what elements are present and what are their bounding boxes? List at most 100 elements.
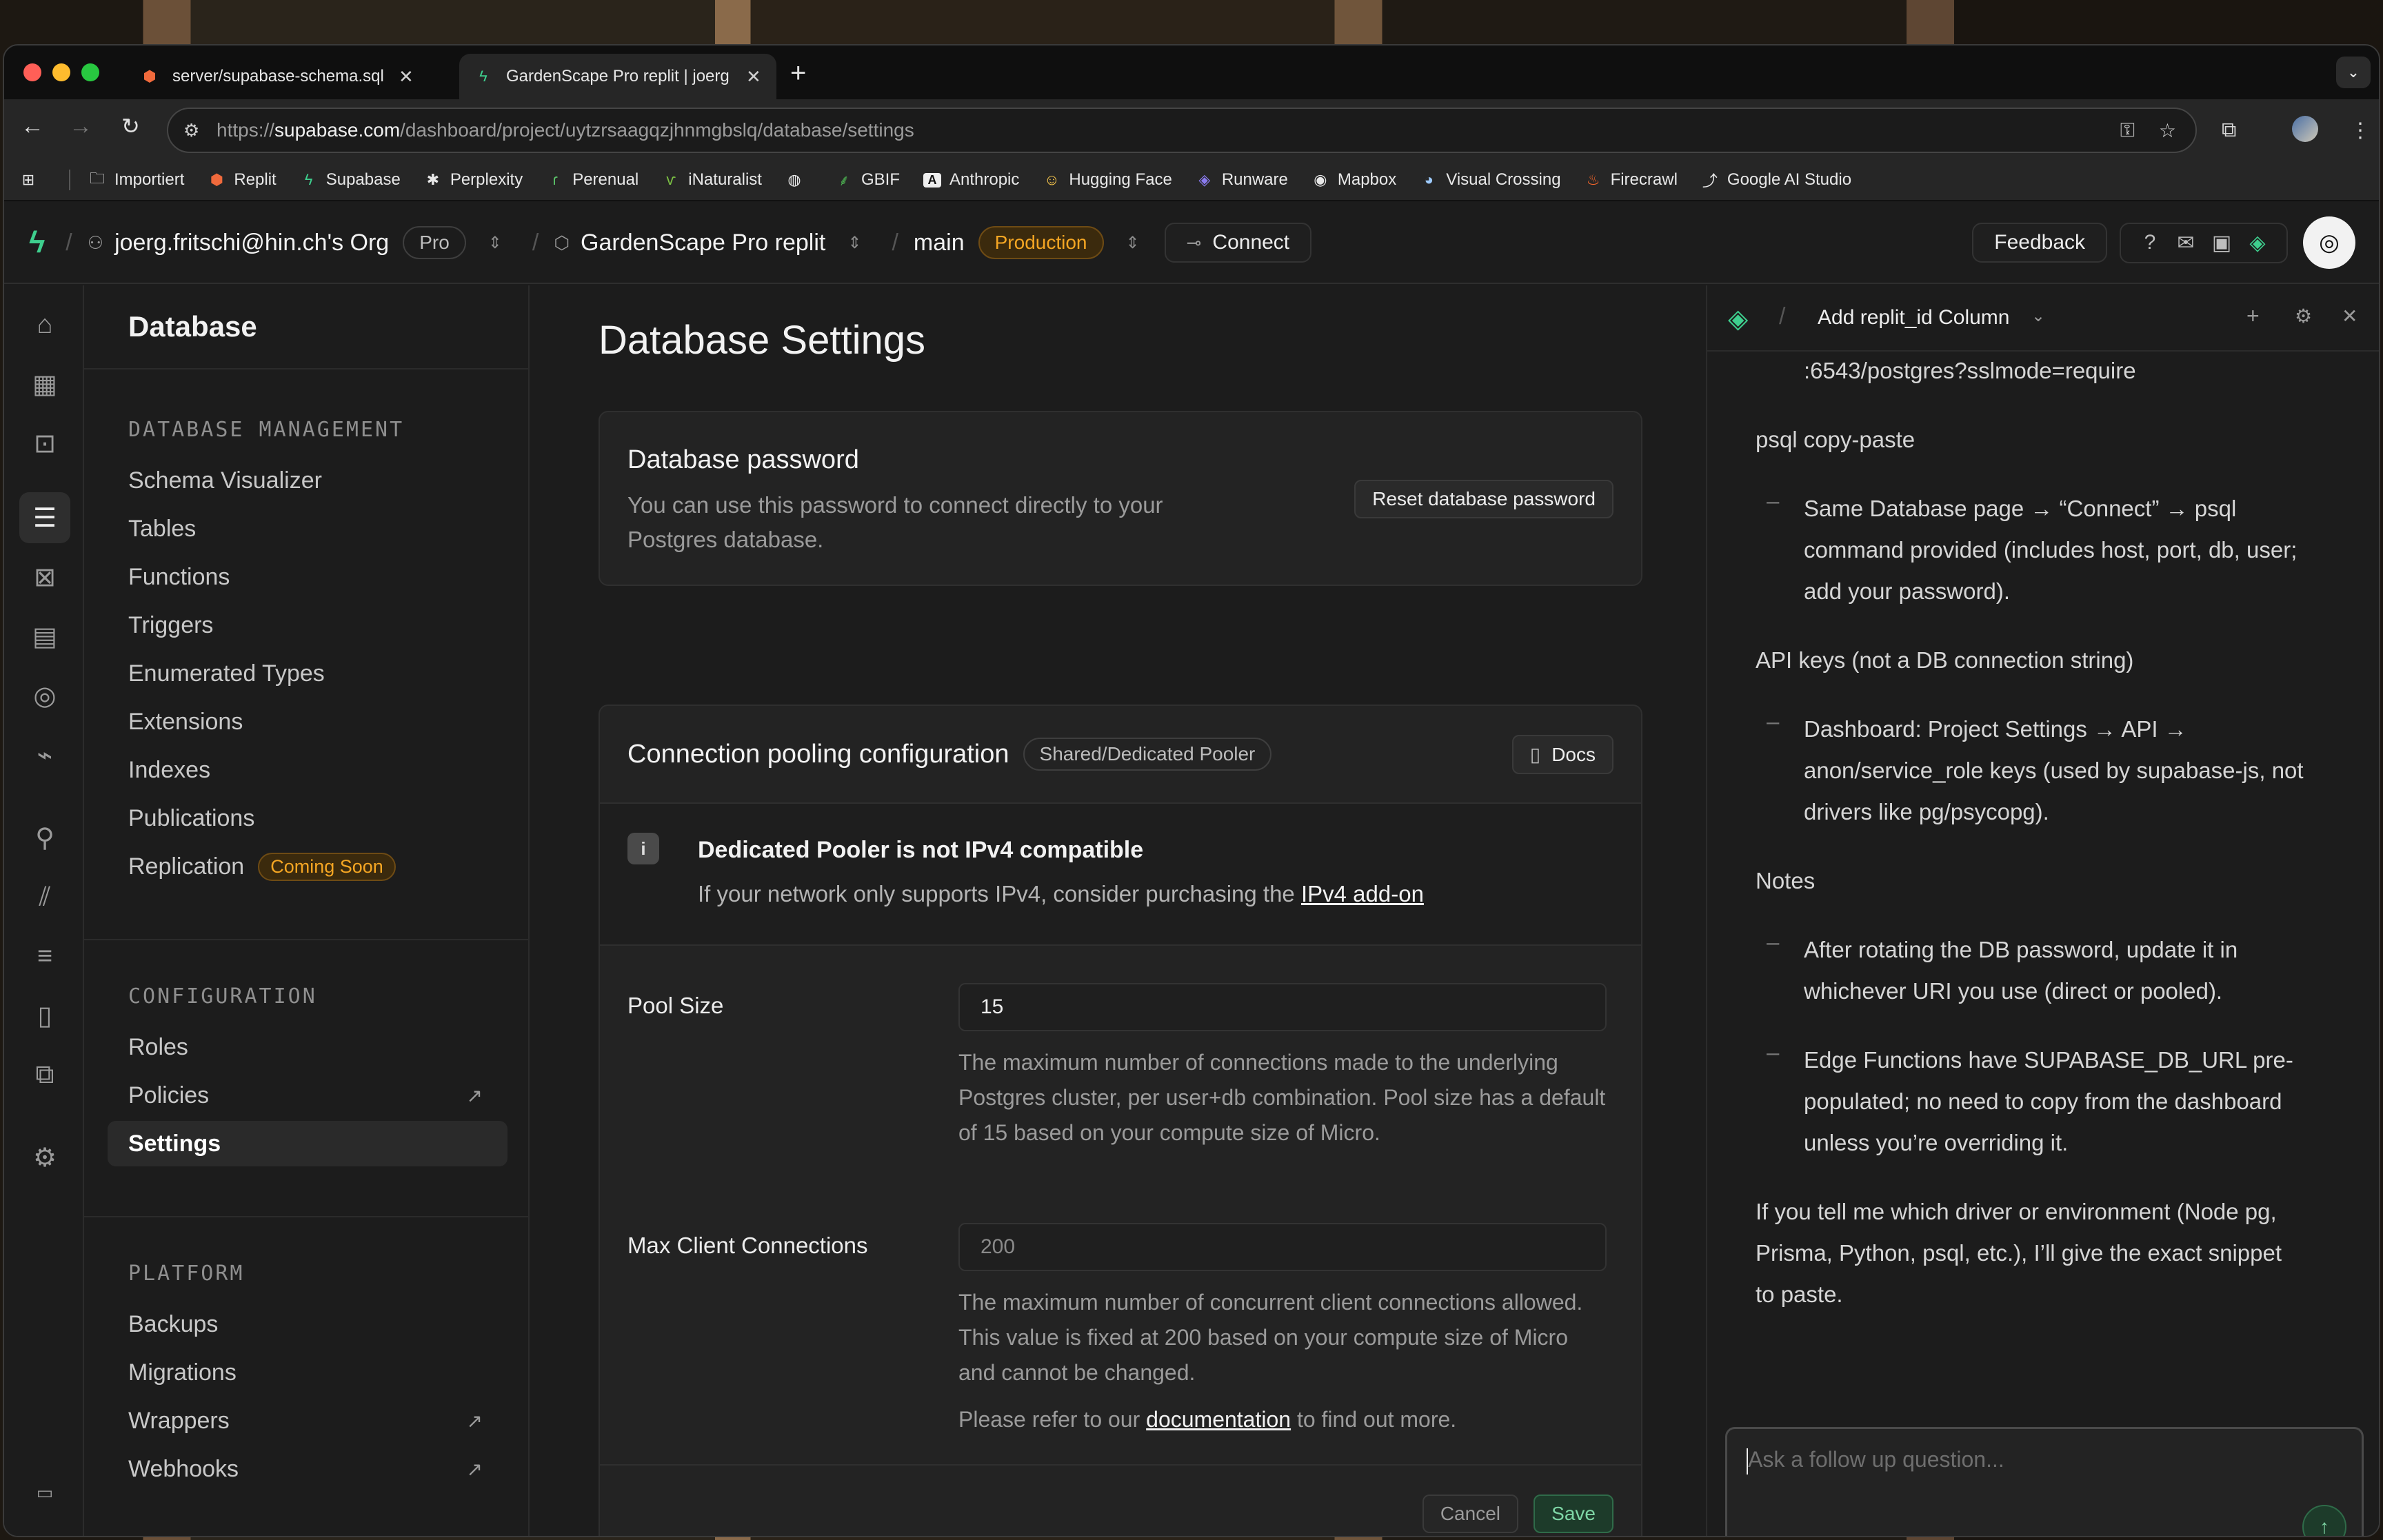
branch-switcher-icon[interactable]: ⇕: [1126, 233, 1140, 253]
new-tab-button[interactable]: +: [790, 58, 806, 89]
bookmark-replit[interactable]: ⬢ Replit: [208, 170, 276, 190]
menu-item-extensions[interactable]: Extensions: [108, 699, 507, 744]
storage-icon[interactable]: ▤: [19, 611, 70, 662]
branch-name[interactable]: main: [914, 230, 965, 256]
save-button[interactable]: Save: [1534, 1495, 1613, 1533]
reports-chart-icon[interactable]: ⫽: [19, 871, 70, 922]
bookmark-anthropic[interactable]: A Anthropic: [923, 170, 1019, 190]
user-avatar[interactable]: ◎: [2303, 216, 2355, 269]
ipv4-addon-link[interactable]: IPv4 add-on: [1301, 881, 1424, 906]
org-name[interactable]: joerg.fritschi@hin.ch's Org: [114, 230, 389, 256]
bookmark-importiert[interactable]: 🗀 Importiert: [88, 167, 184, 193]
bookmark-firecrawl[interactable]: ♨ Firecrawl: [1585, 170, 1678, 190]
menu-item-functions[interactable]: Functions: [108, 554, 507, 600]
menu-item-roles[interactable]: Roles: [108, 1024, 507, 1070]
chat-title[interactable]: Add replit_id Column: [1818, 306, 2009, 330]
reload-icon[interactable]: ↻: [121, 113, 140, 139]
menu-item-tables[interactable]: Tables: [108, 506, 507, 551]
edge-functions-icon[interactable]: ⌁: [19, 729, 70, 780]
forward-arrow-icon[interactable]: →: [69, 113, 92, 140]
close-window-button[interactable]: [23, 63, 41, 81]
home-icon[interactable]: ⌂: [19, 299, 70, 350]
apps-grid-icon[interactable]: ⊞: [19, 171, 46, 189]
feedback-button[interactable]: Feedback: [1972, 223, 2107, 263]
message-line: populated; no need to copy from the dash…: [1804, 1088, 2282, 1114]
close-tab-icon[interactable]: ✕: [399, 66, 414, 88]
tab-gardenscape[interactable]: ϟ GardenScape Pro replit | joerg ✕: [459, 54, 776, 99]
realtime-icon[interactable]: ◎: [19, 670, 70, 721]
database-icon[interactable]: ☰: [19, 492, 70, 543]
menu-item-backups[interactable]: Backups: [108, 1301, 507, 1347]
project-switcher-icon[interactable]: ⇕: [847, 233, 861, 253]
api-docs-icon[interactable]: ▯: [19, 990, 70, 1041]
back-arrow-icon[interactable]: ←: [21, 113, 44, 140]
bookmark-runware[interactable]: ◈ Runware: [1196, 170, 1288, 190]
card-description: You can use this password to connect dir…: [627, 492, 1163, 552]
pool-size-input[interactable]: 15: [958, 983, 1607, 1031]
documentation-link[interactable]: documentation: [1146, 1407, 1291, 1432]
browser-menu-icon[interactable]: ⋮: [2350, 119, 2371, 143]
menu-item-migrations[interactable]: Migrations: [108, 1350, 507, 1395]
supabase-logo-icon[interactable]: ϟ: [29, 225, 45, 260]
menu-item-settings[interactable]: Settings: [108, 1121, 507, 1166]
menu-item-schema-visualizer[interactable]: Schema Visualizer: [108, 458, 507, 503]
auth-lock-icon[interactable]: ⊠: [19, 551, 70, 602]
tab-strip: ⬢ server/supabase-schema.sql ✕ ϟ GardenS…: [4, 45, 2379, 99]
bookmark-perenual[interactable]: ɾ Perenual: [546, 170, 639, 190]
terminal-icon[interactable]: ▣: [2204, 231, 2240, 255]
inbox-icon[interactable]: ✉: [2168, 231, 2204, 255]
bookmark-gbif[interactable]: ⸙ GBIF: [835, 170, 900, 190]
help-icon[interactable]: ?: [2132, 231, 2168, 254]
zoom-window-button[interactable]: [81, 63, 99, 81]
bookmark-hugging-face[interactable]: ☺ Hugging Face: [1043, 170, 1172, 190]
menu-item-triggers[interactable]: Triggers: [108, 602, 507, 648]
production-badge: Production: [978, 226, 1104, 259]
advisors-lightbulb-icon[interactable]: ⚲: [19, 812, 70, 863]
tab-search-chevron-icon[interactable]: ⌄: [2336, 57, 2371, 88]
bookmark-globe[interactable]: ◍: [785, 171, 812, 189]
menu-item-webhooks[interactable]: Webhooks ↗: [108, 1446, 507, 1492]
org-switcher-icon[interactable]: ⇕: [488, 233, 502, 253]
logs-list-icon[interactable]: ≡: [19, 931, 70, 982]
tab-supabase-schema[interactable]: ⬢ server/supabase-schema.sql ✕: [125, 54, 454, 99]
bookmark-perplexity[interactable]: ✱ Perplexity: [424, 170, 523, 190]
profile-avatar[interactable]: [2292, 116, 2318, 142]
max-client-connections-input[interactable]: 200: [958, 1223, 1607, 1271]
table-editor-icon[interactable]: ▦: [19, 358, 70, 409]
minimize-window-button[interactable]: [52, 63, 70, 81]
sql-editor-icon[interactable]: ⊡: [19, 418, 70, 469]
password-key-icon[interactable]: ⚿: [2120, 119, 2135, 142]
bookmark-supabase[interactable]: ϟ Supabase: [300, 170, 401, 190]
bookmark-google-ai-studio[interactable]: ⤴ Google AI Studio: [1701, 169, 1851, 191]
close-assistant-icon[interactable]: ✕: [2342, 305, 2357, 327]
bookmark-visual-crossing[interactable]: ◕ Visual Crossing: [1420, 170, 1561, 190]
bookmark-mapbox[interactable]: ◉ Mapbox: [1311, 170, 1396, 190]
menu-item-wrappers[interactable]: Wrappers ↗: [108, 1398, 507, 1443]
new-chat-plus-icon[interactable]: +: [2246, 303, 2260, 329]
assistant-icon[interactable]: ◈: [2240, 231, 2275, 255]
collapse-sidebar-icon[interactable]: ▭: [19, 1467, 70, 1518]
integrations-icon[interactable]: ⧉: [19, 1049, 70, 1100]
menu-item-publications[interactable]: Publications: [108, 796, 507, 841]
cancel-button[interactable]: Cancel: [1422, 1495, 1518, 1533]
menu-item-replication[interactable]: Replication Coming Soon: [108, 844, 507, 889]
address-bar[interactable]: ⚙ https://supabase.com/dashboard/project…: [167, 108, 2197, 153]
follow-up-question-input[interactable]: Ask a follow up question... ↑: [1725, 1427, 2364, 1536]
bookmark-inaturalist[interactable]: ѵ iNaturalist: [662, 170, 762, 190]
extensions-icon[interactable]: ⧉: [2222, 119, 2236, 142]
menu-item-policies[interactable]: Policies ↗: [108, 1073, 507, 1118]
bookmark-star-icon[interactable]: ☆: [2159, 119, 2176, 142]
menu-item-indexes[interactable]: Indexes: [108, 747, 507, 793]
assistant-settings-gear-icon[interactable]: ⚙: [2295, 305, 2312, 327]
bullet-dash: –: [1767, 709, 1780, 734]
send-arrow-icon[interactable]: ↑: [2302, 1505, 2346, 1536]
close-tab-icon[interactable]: ✕: [746, 66, 761, 88]
menu-item-enumerated-types[interactable]: Enumerated Types: [108, 651, 507, 696]
project-settings-gear-icon[interactable]: ⚙: [19, 1132, 70, 1183]
project-name[interactable]: GardenScape Pro replit: [581, 230, 825, 256]
chat-switcher-chevron-icon[interactable]: ⌄: [2031, 306, 2045, 326]
docs-button[interactable]: ▯ Docs: [1511, 735, 1613, 774]
site-settings-icon[interactable]: ⚙: [183, 120, 199, 141]
reset-database-password-button[interactable]: Reset database password: [1354, 480, 1613, 518]
connect-button[interactable]: ⊸ Connect: [1164, 223, 1312, 263]
